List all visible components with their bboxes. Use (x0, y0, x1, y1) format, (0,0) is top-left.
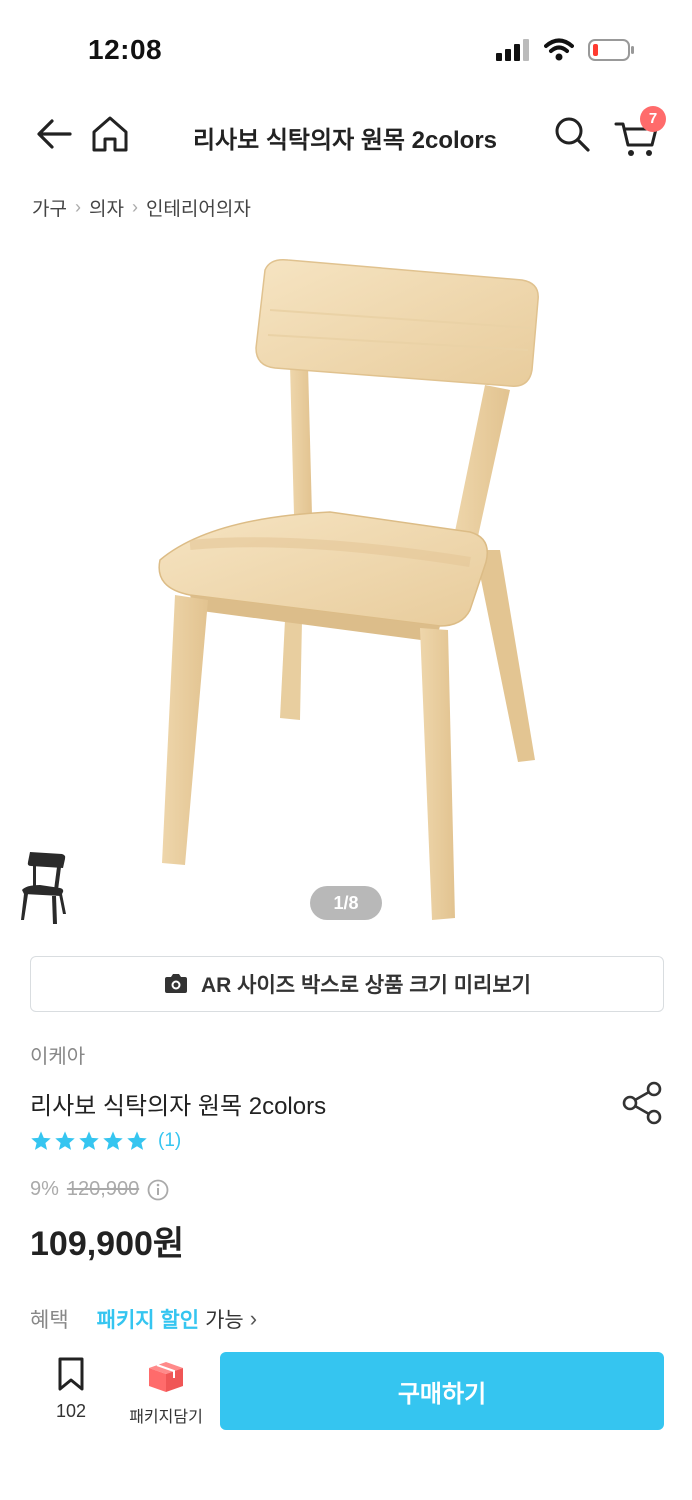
breadcrumb-item[interactable]: 가구 (32, 194, 67, 221)
discount-row: 9% 120,900 (30, 1178, 169, 1201)
benefit-row[interactable]: 혜택 패키지 할인 가능 › (30, 1304, 257, 1334)
ar-preview-button[interactable]: AR 사이즈 박스로 상품 크기 미리보기 (30, 956, 664, 1012)
cart-count-badge: 7 (640, 106, 666, 132)
status-icons (496, 38, 636, 62)
package-label: 패키지담기 (129, 1409, 203, 1426)
product-image[interactable] (130, 250, 570, 930)
buy-button[interactable]: 구매하기 (220, 1352, 664, 1430)
benefit-highlight: 패키지 할인 (96, 1309, 200, 1332)
nav-bar: 리사보 식탁의자 원목 2colors (0, 100, 692, 170)
sale-price: 109,900원 (30, 1225, 185, 1263)
star-icon (31, 1131, 51, 1150)
breadcrumb-item[interactable]: 의자 (89, 194, 124, 221)
benefit-suffix: 가능 (205, 1309, 244, 1332)
search-icon[interactable] (550, 112, 594, 156)
share-icon[interactable] (620, 1080, 664, 1126)
chevron-right-icon: › (131, 197, 138, 217)
ar-preview-label: AR 사이즈 박스로 상품 크기 미리보기 (201, 974, 531, 997)
status-time: 12:08 (88, 34, 163, 65)
product-name: 리사보 식탁의자 원목 2colors (30, 1093, 327, 1120)
add-package-button[interactable]: 패키지담기 (118, 1356, 214, 1432)
discount-rate: 9% (30, 1178, 59, 1200)
page-title: 리사보 식탁의자 원목 2colors (192, 127, 498, 154)
home-icon[interactable] (88, 112, 132, 156)
bookmark-icon (58, 1357, 84, 1391)
product-rating[interactable]: (1) (30, 1130, 181, 1152)
breadcrumb-item[interactable]: 인테리어의자 (146, 194, 251, 221)
info-icon[interactable] (147, 1179, 169, 1201)
review-count[interactable]: (1) (158, 1130, 181, 1152)
battery-icon (588, 39, 634, 61)
bottom-action-bar: 102 패키지담기 구매하기 (0, 1340, 692, 1440)
breadcrumb: 가구 › 의자 › 인테리어의자 (32, 194, 251, 221)
back-arrow-icon[interactable] (32, 112, 76, 156)
star-icon (55, 1131, 75, 1150)
brand-name[interactable]: 이케아 (30, 1040, 85, 1069)
bookmark-button[interactable]: 102 (40, 1356, 102, 1432)
benefit-label: 혜택 (30, 1309, 69, 1332)
bookmark-count: 102 (55, 1401, 87, 1421)
star-icon (127, 1131, 147, 1150)
star-icon (79, 1131, 99, 1150)
image-page-indicator: 1/8 (310, 886, 382, 920)
package-box-icon (149, 1362, 183, 1392)
star-icon (103, 1131, 123, 1150)
color-variant-thumbnail[interactable] (16, 848, 68, 926)
status-bar: 12:08 (0, 0, 692, 100)
wifi-icon (544, 38, 574, 61)
camera-icon (165, 974, 187, 993)
original-price: 120,900 (66, 1178, 140, 1200)
chevron-right-icon: › (249, 1306, 258, 1331)
chevron-right-icon: › (74, 197, 81, 217)
signal-icon (496, 39, 529, 61)
